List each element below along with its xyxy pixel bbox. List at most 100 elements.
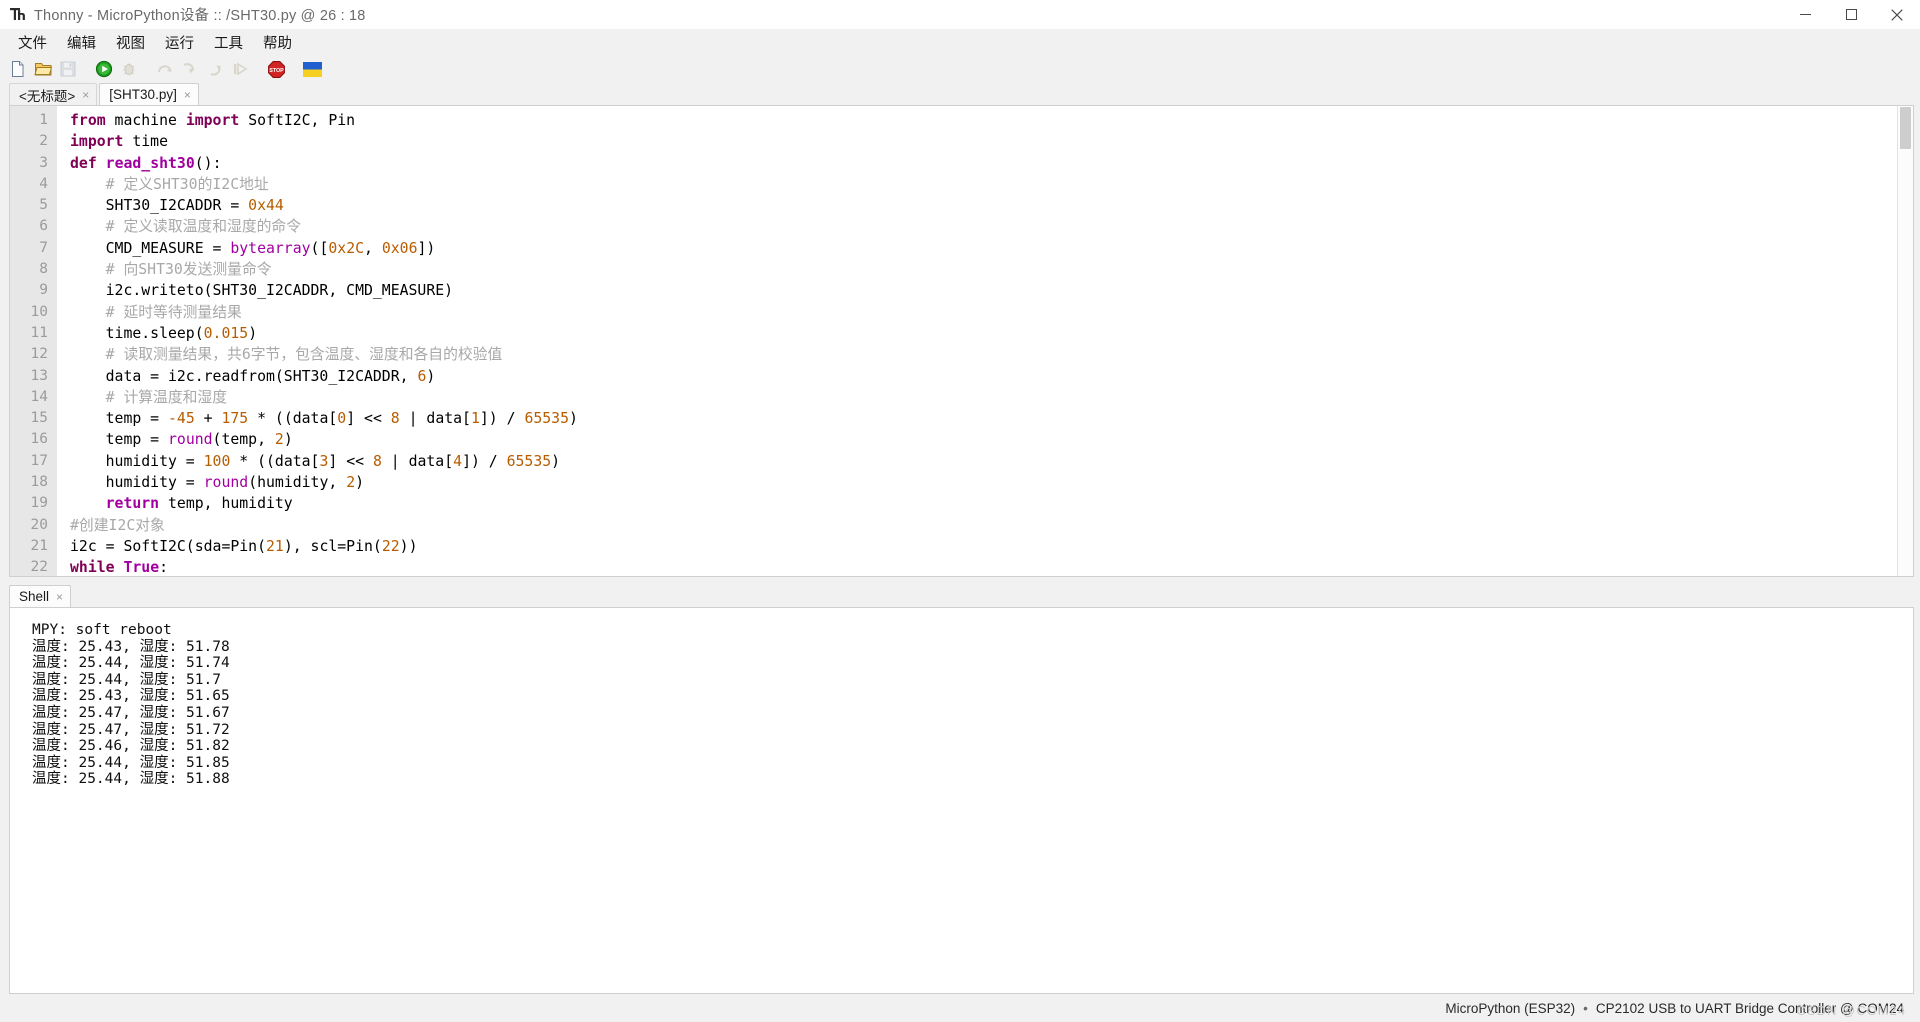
code-token: time.sleep( bbox=[70, 324, 204, 342]
code-token: 4 bbox=[453, 452, 463, 470]
code-token: read_sht30 bbox=[105, 154, 195, 172]
shell-line: 温度: 25.44, 湿度: 51.85 bbox=[32, 754, 230, 771]
code-token: : bbox=[159, 559, 169, 576]
code-line: #创建I2C对象 bbox=[70, 515, 1913, 536]
code-token: 0.015 bbox=[203, 324, 249, 342]
editor-tab-sht30[interactable]: [SHT30.py] × bbox=[99, 83, 199, 105]
status-interpreter[interactable]: MicroPython (ESP32) bbox=[1445, 1001, 1575, 1016]
close-button[interactable] bbox=[1874, 0, 1920, 29]
close-icon[interactable]: × bbox=[82, 89, 89, 101]
line-number: 18 bbox=[30, 474, 48, 491]
code-token: ] << bbox=[328, 452, 373, 470]
line-number: 19 bbox=[30, 495, 48, 512]
code-token: while bbox=[70, 559, 115, 576]
line-number: 22 bbox=[30, 559, 48, 576]
code-line: temp = round(temp, 2) bbox=[70, 429, 1913, 450]
step-into-icon bbox=[179, 58, 201, 80]
line-number: 13 bbox=[30, 367, 48, 384]
code-token: import bbox=[185, 112, 240, 129]
code-token: ]) / bbox=[462, 452, 507, 470]
step-over-icon bbox=[154, 58, 176, 80]
code-token: ) bbox=[568, 410, 578, 428]
shell-line: 温度: 25.47, 湿度: 51.67 bbox=[32, 704, 230, 721]
menu-file[interactable]: 文件 bbox=[9, 30, 56, 55]
code-token: temp = bbox=[70, 431, 168, 449]
ukraine-flag-icon[interactable] bbox=[301, 58, 323, 80]
run-icon[interactable] bbox=[93, 58, 115, 80]
status-bar: MicroPython (ESP32) • CP2102 USB to UART… bbox=[0, 994, 1920, 1022]
shell-tab[interactable]: Shell × bbox=[9, 585, 72, 607]
code-token: # 定义读取温度和湿度的命令 bbox=[70, 218, 302, 236]
code-token: SHT30_I2CADDR = bbox=[70, 197, 249, 215]
code-token: i2c.writeto(SHT30_I2CADDR, CMD_MEASURE) bbox=[70, 282, 454, 300]
code-token: ), scl=Pin( bbox=[283, 537, 382, 555]
shell-line: 温度: 25.44, 湿度: 51.88 bbox=[32, 771, 230, 788]
code-token: (humidity, bbox=[248, 474, 347, 492]
save-file-icon bbox=[57, 58, 79, 80]
close-icon[interactable]: × bbox=[184, 89, 191, 101]
line-number: 10 bbox=[30, 303, 48, 320]
code-line: import time bbox=[70, 131, 1913, 152]
step-out-icon bbox=[204, 58, 226, 80]
code-token: 65535 bbox=[524, 410, 569, 428]
menu-edit[interactable]: 编辑 bbox=[58, 30, 105, 55]
code-token: * ((data[ bbox=[230, 452, 320, 470]
code-token: 0 bbox=[337, 410, 347, 428]
code-token: bytearray bbox=[230, 239, 311, 257]
code-line: # 读取测量结果，共6字节，包含温度、湿度和各自的校验值 bbox=[70, 344, 1913, 365]
line-number: 1 bbox=[39, 112, 48, 128]
stop-icon[interactable]: STOP bbox=[265, 58, 287, 80]
svg-text:STOP: STOP bbox=[269, 68, 284, 74]
shell-line: 温度: 25.43, 湿度: 51.78 bbox=[32, 638, 230, 655]
code-line: while True: bbox=[70, 557, 1913, 576]
menu-run[interactable]: 运行 bbox=[156, 30, 203, 55]
code-line: SHT30_I2CADDR = 0x44 bbox=[70, 195, 1913, 216]
shell-line: 温度: 25.47, 湿度: 51.72 bbox=[32, 721, 230, 738]
title-bar: Thonny - MicroPython设备 :: /SHT30.py @ 26… bbox=[0, 0, 1920, 29]
menu-view[interactable]: 视图 bbox=[107, 30, 154, 55]
code-token: ] << bbox=[346, 410, 391, 428]
code-token: # 定义SHT30的I2C地址 bbox=[70, 175, 269, 193]
thonny-icon bbox=[9, 6, 26, 23]
shell-panel[interactable]: MPY: soft reboot 温度: 25.43, 湿度: 51.78 温度: … bbox=[9, 607, 1914, 994]
code-token: ) bbox=[551, 452, 561, 470]
line-number: 8 bbox=[39, 261, 48, 278]
new-file-icon[interactable] bbox=[7, 58, 29, 80]
code-token: SoftI2C, Pin bbox=[239, 112, 356, 129]
open-file-icon[interactable] bbox=[32, 58, 54, 80]
code-editor[interactable]: 1 2 3 4 5 6 7 8 9 10 11 12 13 14 15 16 17 18 19 20 21 22 from… bbox=[9, 105, 1914, 577]
code-line: data = i2c.readfrom(SHT30_I2CADDR, 6) bbox=[70, 366, 1913, 387]
code-token: 0x44 bbox=[248, 197, 284, 215]
code-line: return temp, humidity bbox=[70, 493, 1913, 514]
maximize-button[interactable] bbox=[1828, 0, 1874, 29]
code-text-area[interactable]: from machine import SoftI2C, Pin import t… bbox=[57, 106, 1913, 576]
code-token: ]) bbox=[417, 239, 436, 257]
menu-tools[interactable]: 工具 bbox=[205, 30, 252, 55]
code-token: | data[ bbox=[381, 452, 454, 470]
code-token: (temp, bbox=[212, 431, 275, 449]
editor-vertical-scrollbar[interactable] bbox=[1897, 106, 1913, 576]
minimize-button[interactable] bbox=[1782, 0, 1828, 29]
code-token: # 读取测量结果，共6字节，包含温度、湿度和各自的校验值 bbox=[70, 346, 503, 364]
line-number: 2 bbox=[39, 133, 48, 150]
code-token: # 延时等待测量结果 bbox=[70, 303, 242, 321]
code-token: humidity = bbox=[70, 474, 204, 492]
code-token: 0x2C bbox=[328, 239, 365, 257]
shell-output[interactable]: MPY: soft reboot 温度: 25.43, 湿度: 51.78 温度: … bbox=[10, 608, 1913, 788]
debug-icon bbox=[118, 58, 140, 80]
code-token: 100 bbox=[203, 452, 231, 470]
editor-scroll-thumb[interactable] bbox=[1900, 107, 1911, 149]
code-token: #创建I2C对象 bbox=[70, 516, 165, 534]
code-token: i2c = SoftI2C(sda=Pin( bbox=[70, 537, 266, 555]
watermark: CSDN @COM24 bbox=[1796, 1003, 1906, 1018]
menu-help[interactable]: 帮助 bbox=[254, 30, 301, 55]
close-icon[interactable]: × bbox=[56, 591, 63, 603]
toolbar-separator-1 bbox=[82, 58, 93, 80]
code-line: i2c.writeto(SHT30_I2CADDR, CMD_MEASURE) bbox=[70, 280, 1913, 301]
editor-tab-sht30-label: [SHT30.py] bbox=[109, 87, 177, 102]
editor-tab-untitled[interactable]: <无标题> × bbox=[9, 83, 98, 105]
code-line: # 延时等待测量结果 bbox=[70, 302, 1913, 323]
code-token: ) bbox=[283, 431, 293, 449]
line-number: 5 bbox=[39, 197, 48, 214]
